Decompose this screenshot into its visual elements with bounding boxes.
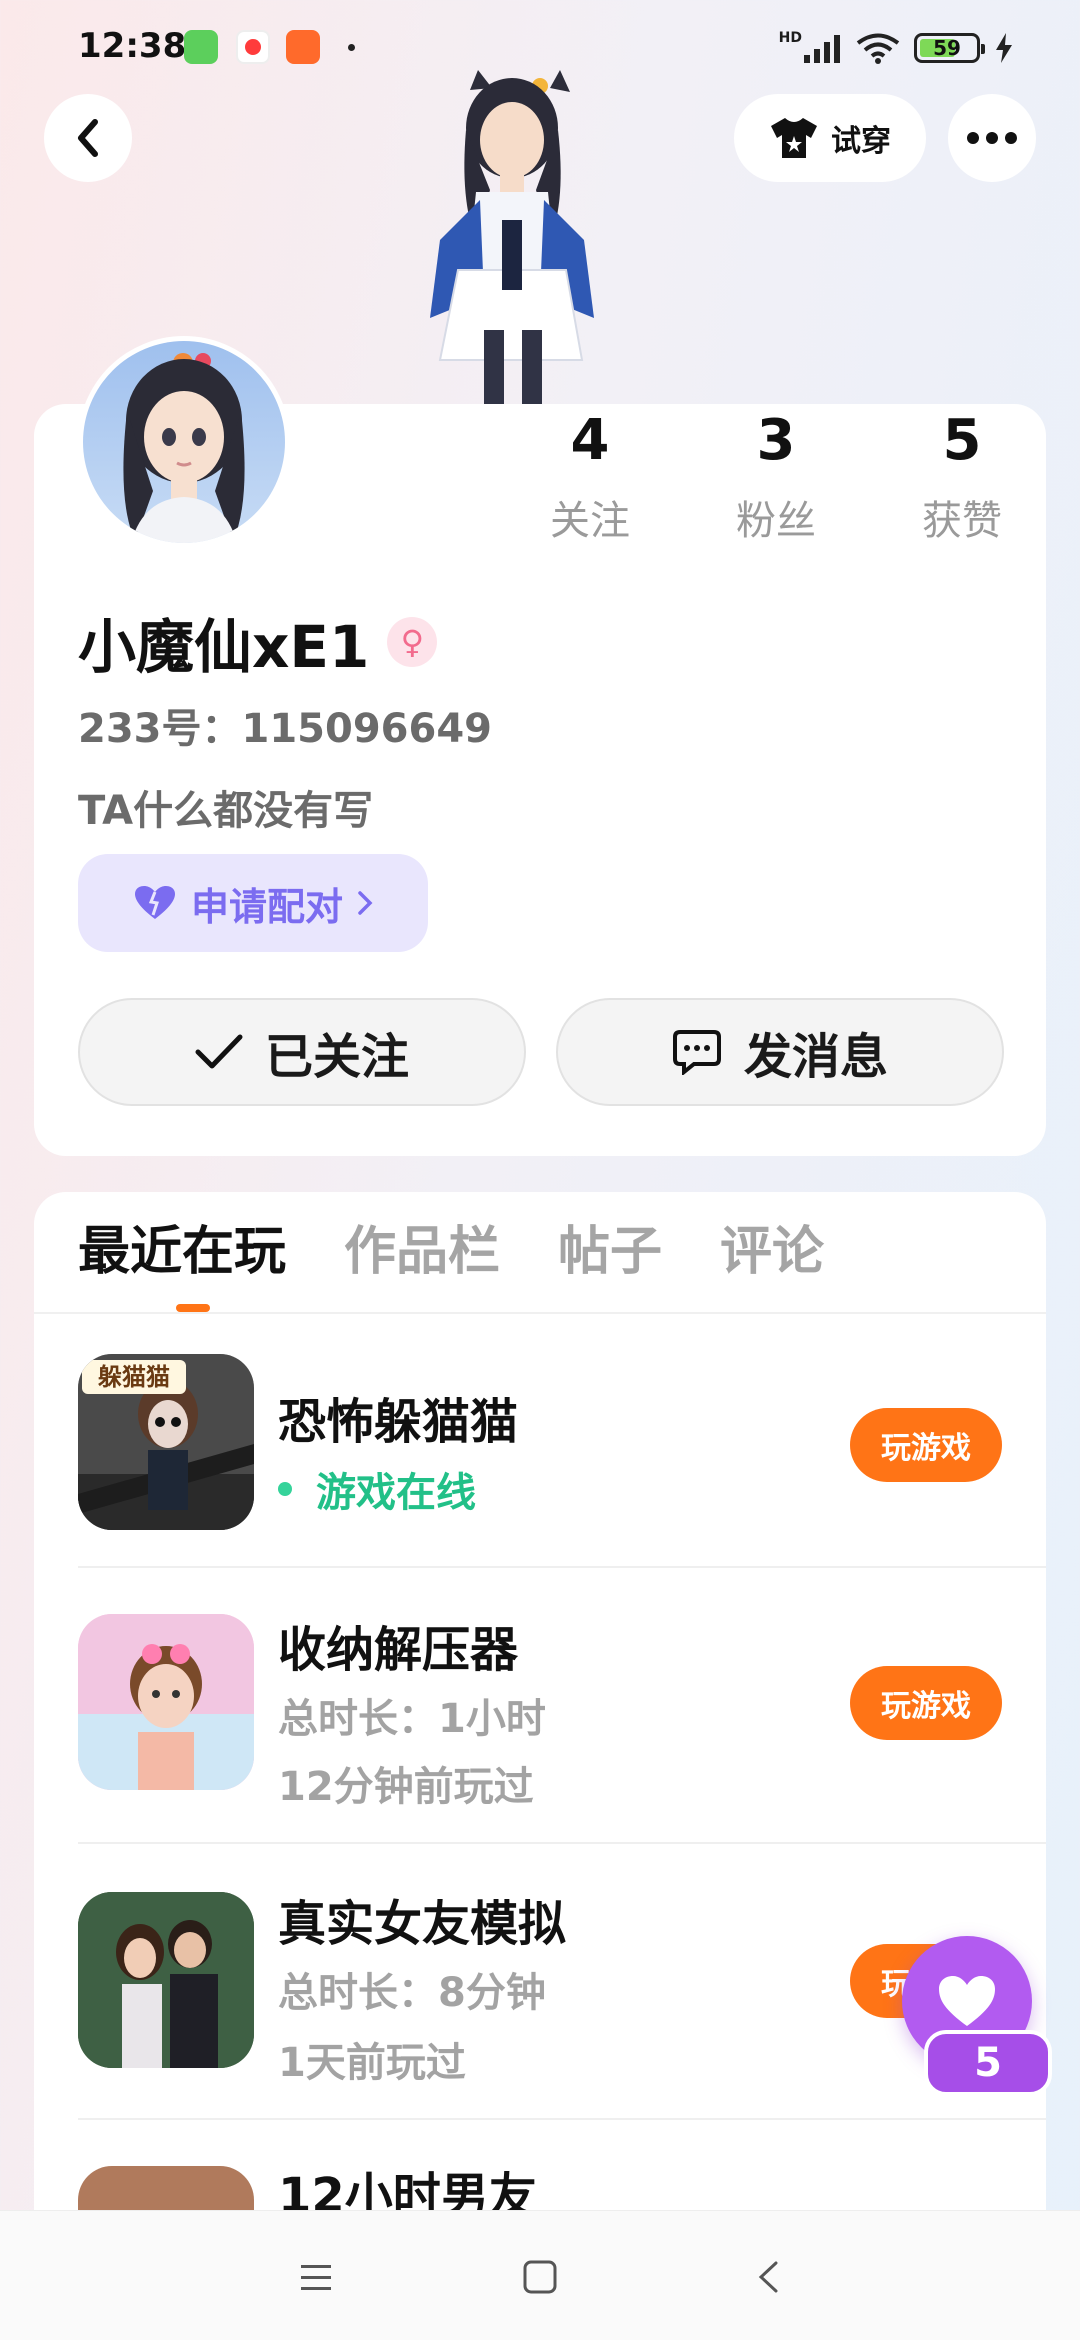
send-message-label: 发消息	[743, 1029, 888, 1085]
avatar-image	[123, 353, 245, 543]
tab-recently-played[interactable]: 最近在玩	[78, 1222, 286, 1292]
app-notification-icon	[184, 30, 218, 64]
game-title: 收纳解压器	[278, 1622, 519, 1678]
profile-stats: 4 关注 3 粉丝 5 获赞	[510, 408, 1010, 548]
system-nav-bar	[0, 2210, 1080, 2340]
back-triangle-icon	[758, 2261, 778, 2293]
row-divider	[78, 1842, 1046, 1844]
stat-likes-value: 5	[942, 408, 982, 473]
signal-icon	[804, 35, 840, 63]
back-button[interactable]	[44, 94, 132, 182]
try-on-label: 试穿	[831, 124, 891, 159]
following-button[interactable]: 已关注	[78, 998, 526, 1106]
heart-icon	[134, 886, 175, 919]
try-on-button[interactable]: 试穿	[734, 94, 926, 182]
tab-posts[interactable]: 帖子	[558, 1222, 662, 1292]
game-icon-horror-hide-seek[interactable]: 躲猫猫	[78, 1354, 254, 1530]
stat-likes-label: 获赞	[922, 498, 1002, 544]
battery-level: 59	[933, 36, 961, 60]
status-time: 12:38	[78, 26, 187, 66]
apply-pairing-button[interactable]: 申请配对	[78, 854, 428, 952]
game-icon-12h-boyfriend[interactable]	[78, 2166, 254, 2210]
tab-works[interactable]: 作品栏	[344, 1222, 500, 1292]
active-tab-indicator	[176, 1304, 210, 1312]
hd-icon: HD	[778, 30, 802, 46]
game-total-time: 总时长：1小时	[278, 1696, 546, 1742]
game-total-time: 总时长：8分钟	[278, 1970, 546, 2016]
charging-icon	[996, 33, 1012, 63]
stat-following-value: 4	[570, 408, 610, 473]
like-count-badge: 5	[924, 2030, 1052, 2096]
battery-icon: 59	[914, 33, 985, 63]
game-online-label: 游戏在线	[316, 1470, 476, 1516]
user-id: 233号：115096649	[78, 706, 492, 752]
chevron-right-icon	[358, 891, 373, 915]
stat-following[interactable]: 4 关注	[510, 408, 670, 546]
game-title: 真实女友模拟	[278, 1896, 567, 1952]
play-game-button[interactable]: 玩游戏	[850, 1408, 1002, 1482]
stat-fans-value: 3	[756, 408, 796, 473]
row-divider	[78, 1566, 1046, 1568]
app-notification-icon	[236, 30, 270, 64]
tab-comments[interactable]: 评论	[720, 1222, 824, 1292]
stat-fans[interactable]: 3 粉丝	[696, 408, 856, 546]
game-last-played: 1天前玩过	[278, 2040, 466, 2086]
username: 小魔仙xE1	[78, 613, 370, 681]
female-gender-icon: ♀	[387, 617, 438, 667]
avatar[interactable]	[78, 336, 290, 548]
user-bio: TA什么都没有写	[78, 788, 374, 834]
stat-fans-label: 粉丝	[736, 498, 816, 544]
game-last-played: 12分钟前玩过	[278, 1764, 534, 1810]
online-dot-icon	[278, 1482, 292, 1496]
chevron-left-icon	[78, 119, 98, 157]
menu-nav-button[interactable]	[296, 2257, 336, 2297]
game-icon-text: 躲猫猫	[98, 1363, 170, 1391]
menu-icon	[301, 2265, 331, 2290]
send-message-button[interactable]: 发消息	[556, 998, 1004, 1106]
more-dots-icon	[967, 132, 1017, 144]
game-title: 恐怖躲猫猫	[278, 1394, 519, 1450]
tab-divider	[34, 1312, 1046, 1314]
more-button[interactable]	[948, 94, 1036, 182]
chat-bubble-icon	[672, 1030, 721, 1075]
back-nav-button[interactable]	[748, 2257, 788, 2297]
game-icon-storage-relief[interactable]	[78, 1614, 254, 1790]
profile-tabs: 最近在玩 作品栏 帖子 评论	[78, 1222, 824, 1292]
row-divider	[78, 2118, 1046, 2120]
status-dot	[348, 44, 355, 51]
stat-likes[interactable]: 5 获赞	[882, 408, 1042, 546]
stat-following-label: 关注	[550, 498, 630, 544]
checkmark-icon	[195, 1034, 243, 1069]
game-icon-girlfriend-sim[interactable]	[78, 1892, 254, 2068]
game-online-status: 游戏在线	[278, 1460, 476, 1518]
status-right: HD 59	[779, 28, 1014, 68]
username-row: 小魔仙xE1 ♀	[78, 600, 438, 684]
wifi-icon	[856, 33, 900, 64]
heart-icon	[939, 1976, 995, 2026]
app-notification-icon	[286, 30, 320, 64]
home-square-icon	[523, 2260, 557, 2294]
following-label: 已关注	[264, 1029, 409, 1085]
apply-pairing-label: 申请配对	[190, 884, 343, 929]
play-game-button[interactable]: 玩游戏	[850, 1666, 1002, 1740]
home-nav-button[interactable]	[520, 2257, 560, 2297]
character-figure	[400, 70, 620, 406]
tshirt-icon	[771, 118, 817, 158]
